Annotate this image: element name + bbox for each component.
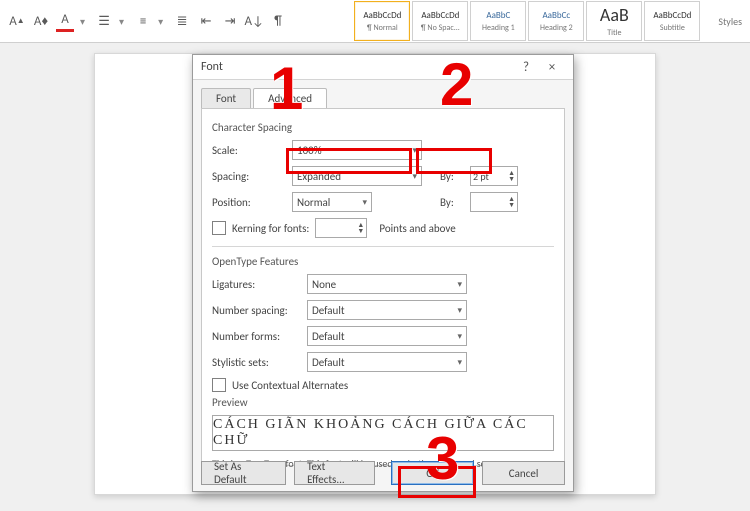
preview-label: Preview (212, 396, 554, 409)
style-subtitle[interactable]: AaBbCcDdSubtitle (644, 1, 700, 41)
annotation-2: 2 (440, 50, 473, 119)
numbering-icon[interactable]: ≡ (134, 12, 152, 30)
show-marks-icon[interactable]: ¶ (269, 12, 287, 30)
dialog-buttons: Set As Default Text Effects... OK Cancel (201, 461, 565, 485)
set-default-button[interactable]: Set As Default (201, 461, 286, 485)
text-effects-button[interactable]: Text Effects... (294, 461, 375, 485)
group-character-spacing: Character Spacing (212, 121, 554, 134)
style-nospacing[interactable]: AaBbCcDd¶ No Spac... (412, 1, 468, 41)
style-heading2[interactable]: AaBbCcHeading 2 (528, 1, 584, 41)
kerning-label: Kerning for fonts: (232, 222, 309, 235)
ligatures-combo[interactable]: None▾ (307, 274, 467, 294)
bullets-icon[interactable]: ☰ (95, 12, 113, 30)
scale-label: Scale: (212, 144, 292, 157)
spacing-label: Spacing: (212, 170, 292, 183)
number-forms-combo[interactable]: Default▾ (307, 326, 467, 346)
font-color-icon[interactable]: A (56, 11, 74, 32)
help-button[interactable]: ? (513, 60, 539, 75)
annotation-1: 1 (270, 54, 303, 123)
sort-icon[interactable]: A↓ (245, 12, 263, 30)
font-dialog: Font ? × Font Advanced Character Spacing… (192, 54, 574, 492)
chevron-down-icon: ▾ (362, 197, 367, 208)
dialog-title: Font (201, 60, 223, 74)
ligatures-label: Ligatures: (212, 278, 307, 291)
clear-format-icon[interactable]: A♦ (32, 12, 50, 30)
preview-box: CÁCH GIÃN KHOẢNG CÁCH GIỮA CÁC CHỮ (212, 415, 554, 451)
number-forms-label: Number forms: (212, 330, 307, 343)
multilevel-icon[interactable]: ≣ (173, 12, 191, 30)
styles-group-label: Styles (718, 15, 742, 28)
tab-font[interactable]: Font (201, 88, 251, 108)
kerning-checkbox[interactable] (212, 221, 226, 235)
annotation-rect-by (416, 148, 492, 174)
number-spacing-combo[interactable]: Default▾ (307, 300, 467, 320)
position-by-label: By: (440, 196, 464, 209)
number-spacing-label: Number spacing: (212, 304, 307, 317)
dialog-titlebar[interactable]: Font ? × (193, 55, 573, 80)
increase-indent-icon[interactable]: ⇥ (221, 12, 239, 30)
position-label: Position: (212, 196, 292, 209)
annotation-rect-spacing (286, 148, 412, 174)
style-title[interactable]: AaBTitle (586, 1, 642, 41)
position-combo[interactable]: Normal▾ (292, 192, 372, 212)
chevron-down-icon: ▼ (508, 176, 515, 182)
style-heading1[interactable]: AaBbCHeading 1 (470, 1, 526, 41)
dialog-tabs: Font Advanced (201, 88, 565, 108)
decrease-indent-icon[interactable]: ⇤ (197, 12, 215, 30)
styles-gallery[interactable]: AaBbCcDd¶ Normal AaBbCcDd¶ No Spac... Aa… (354, 1, 700, 41)
contextual-alternates-checkbox[interactable] (212, 378, 226, 392)
close-button[interactable]: × (539, 60, 565, 75)
annotation-3: 3 (426, 424, 459, 493)
ribbon-partial: A▲ A♦ A ▾ ☰ ▾ ≡ ▾ ≣ ⇤ ⇥ A↓ ¶ AaBbCcDd¶ N… (0, 0, 750, 43)
position-by-spinner[interactable]: ▲▼ (470, 192, 518, 212)
kerning-spinner[interactable]: ▲▼ (315, 218, 367, 238)
font-size-up-icon[interactable]: A▲ (8, 12, 26, 30)
group-opentype: OpenType Features (212, 255, 554, 268)
stylistic-sets-label: Stylistic sets: (212, 356, 307, 369)
cancel-button[interactable]: Cancel (482, 461, 565, 485)
kerning-unit: Points and above (379, 222, 455, 235)
style-normal[interactable]: AaBbCcDd¶ Normal (354, 1, 410, 41)
contextual-alternates-label: Use Contextual Alternates (232, 379, 348, 392)
kerning-row: Kerning for fonts: ▲▼ Points and above (212, 218, 554, 238)
stylistic-sets-combo[interactable]: Default▾ (307, 352, 467, 372)
